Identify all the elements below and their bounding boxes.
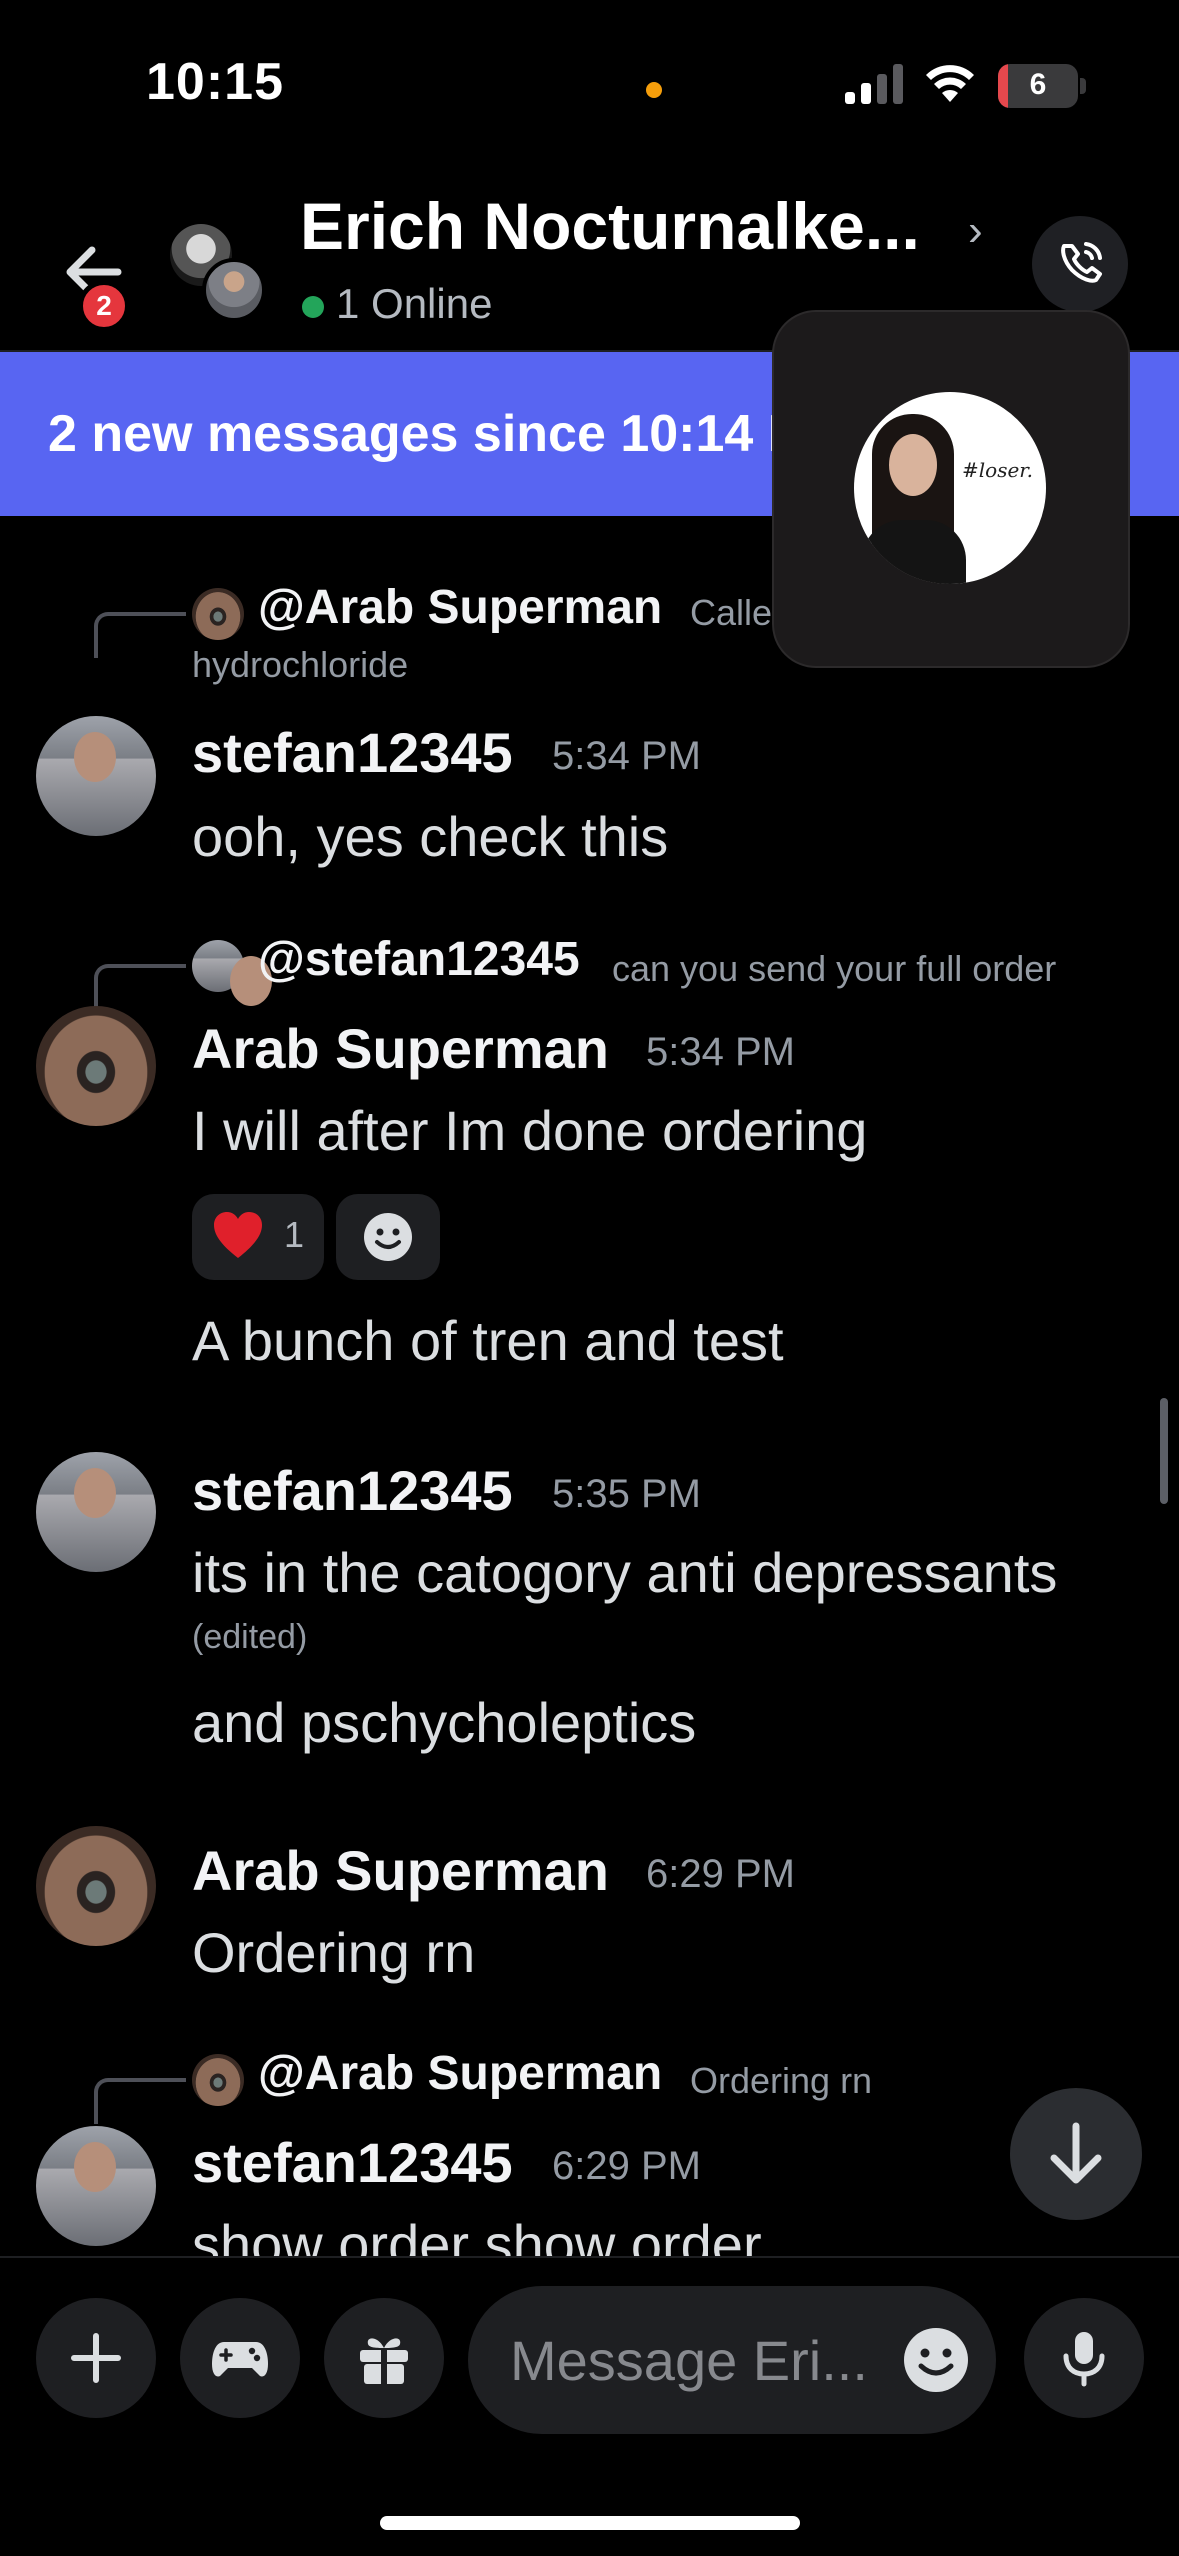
avatar[interactable] bbox=[36, 1452, 156, 1572]
reaction-count: 1 bbox=[284, 1214, 305, 1255]
voice-call-button[interactable] bbox=[1032, 216, 1128, 312]
message-feed[interactable]: @Arab Superman Calle hydrochloride stefa… bbox=[0, 516, 1179, 2256]
reply-avatar bbox=[192, 2054, 244, 2106]
avatar[interactable] bbox=[36, 1826, 156, 1946]
avatar[interactable] bbox=[36, 1006, 156, 1126]
reply-snippet[interactable]: Ordering rn bbox=[690, 2060, 872, 2102]
message-timestamp: 5:35 PM bbox=[552, 1472, 701, 1516]
reply-author[interactable]: @Arab Superman bbox=[258, 580, 662, 635]
picture-in-picture-call[interactable]: #loser. bbox=[772, 310, 1130, 668]
plus-icon bbox=[71, 2333, 121, 2383]
message-text: Ordering rn bbox=[192, 1921, 476, 1984]
message-author[interactable]: stefan12345 bbox=[192, 1458, 513, 1523]
reply-snippet[interactable]: can you send your full order bbox=[612, 948, 1056, 990]
battery-icon: 6 bbox=[998, 64, 1078, 108]
message-text: show order show order bbox=[192, 2213, 762, 2256]
message-author[interactable]: stefan12345 bbox=[192, 720, 513, 785]
reply-author[interactable]: @Arab Superman bbox=[258, 2046, 662, 2101]
reply-avatar bbox=[192, 588, 244, 640]
avatar[interactable] bbox=[36, 716, 156, 836]
reply-snippet-wrap[interactable]: hydrochloride bbox=[192, 644, 408, 686]
reply-avatar bbox=[192, 940, 272, 1006]
activities-button[interactable] bbox=[180, 2298, 300, 2418]
message-timestamp: 6:29 PM bbox=[646, 1852, 795, 1896]
message-text: and pschycholeptics bbox=[192, 1691, 697, 1754]
add-reaction-icon bbox=[364, 1213, 412, 1261]
emoji-picker-icon[interactable] bbox=[902, 2326, 970, 2394]
online-status-dot bbox=[302, 296, 324, 318]
orange-dot-indicator bbox=[646, 82, 662, 98]
pip-avatar-shirt bbox=[862, 520, 966, 584]
message-text: A bunch of tren and test bbox=[192, 1309, 784, 1372]
pip-avatar-face bbox=[889, 434, 937, 496]
pip-avatar-tag: #loser. bbox=[962, 458, 1034, 482]
message-author[interactable]: Arab Superman bbox=[192, 1016, 609, 1081]
online-count: 1 Online bbox=[336, 280, 493, 327]
reply-connector bbox=[94, 964, 186, 1010]
message-author[interactable]: stefan12345 bbox=[192, 2130, 513, 2195]
cellular-signal-icon bbox=[845, 64, 903, 104]
wifi-icon bbox=[926, 65, 974, 102]
voice-message-button[interactable] bbox=[1024, 2298, 1144, 2418]
status-bar: 10:15 6 bbox=[0, 0, 1179, 170]
channel-title[interactable]: Erich Nocturnalke... bbox=[300, 188, 920, 264]
add-reaction-button[interactable] bbox=[336, 1194, 440, 1280]
message-input-placeholder: Message Eri... bbox=[510, 2329, 868, 2392]
attach-button[interactable] bbox=[36, 2298, 156, 2418]
pip-avatar: #loser. bbox=[854, 392, 1046, 584]
message-timestamp: 5:34 PM bbox=[646, 1030, 795, 1074]
microphone-icon bbox=[1063, 2332, 1105, 2387]
edited-label: (edited) bbox=[192, 1618, 308, 1656]
reply-connector bbox=[94, 2078, 186, 2124]
avatar[interactable] bbox=[36, 2126, 156, 2246]
gift-icon bbox=[360, 2338, 408, 2384]
new-messages-text: 2 new messages since 10:14 P bbox=[48, 405, 803, 463]
group-avatar[interactable] bbox=[164, 218, 274, 328]
home-indicator[interactable] bbox=[380, 2516, 800, 2530]
message-text: its in the catogory anti depressants bbox=[192, 1541, 1058, 1604]
chevron-right-icon[interactable]: › bbox=[968, 206, 983, 256]
gamepad-icon bbox=[212, 2342, 268, 2377]
battery-tip bbox=[1080, 78, 1086, 94]
reply-connector bbox=[94, 612, 186, 658]
message-text: I will after Im done ordering bbox=[192, 1099, 868, 1162]
message-timestamp: 5:34 PM bbox=[552, 734, 701, 778]
gift-button[interactable] bbox=[324, 2298, 444, 2418]
message-timestamp: 6:29 PM bbox=[552, 2144, 701, 2188]
message-input[interactable]: Message Eri... bbox=[468, 2286, 996, 2434]
battery-percent: 6 bbox=[1029, 68, 1047, 101]
reaction-heart[interactable]: 1 bbox=[192, 1194, 324, 1280]
message-text: ooh, yes check this bbox=[192, 805, 669, 868]
heart-emoji-icon bbox=[214, 1212, 262, 1258]
group-avatar-member-2 bbox=[202, 258, 266, 322]
reply-snippet[interactable]: Calle bbox=[690, 592, 772, 634]
jump-to-bottom-button[interactable] bbox=[1010, 2088, 1142, 2220]
message-composer: Message Eri... bbox=[0, 2256, 1179, 2556]
arrow-down-icon bbox=[1050, 2122, 1102, 2184]
phone-call-icon bbox=[1061, 242, 1102, 283]
unread-badge: 2 bbox=[78, 280, 130, 332]
message-author[interactable]: Arab Superman bbox=[192, 1838, 609, 1903]
scrollbar-thumb[interactable] bbox=[1160, 1398, 1168, 1504]
status-time: 10:15 bbox=[146, 53, 284, 111]
reply-author[interactable]: @stefan12345 bbox=[258, 932, 580, 987]
